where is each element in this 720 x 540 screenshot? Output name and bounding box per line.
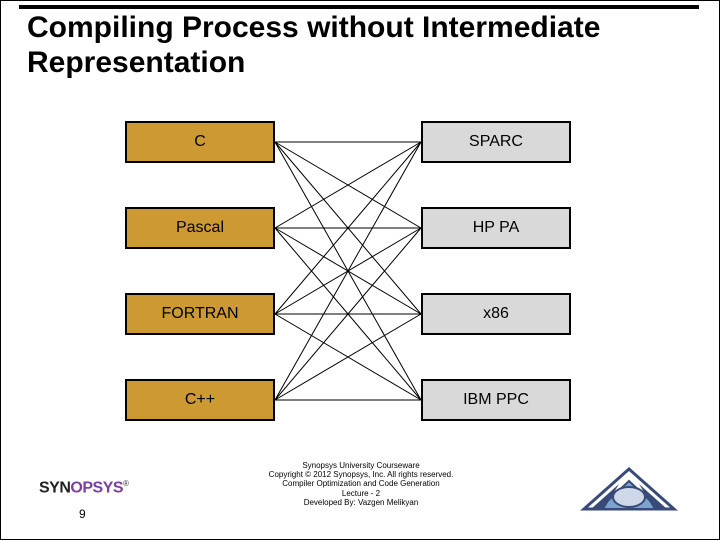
page-number: 9 <box>79 507 86 521</box>
arch-node-ibmppc: IBM PPC <box>421 379 571 421</box>
node-label: FORTRAN <box>161 305 238 323</box>
node-label: SPARC <box>469 133 523 151</box>
arch-node-hppa: HP PA <box>421 207 571 249</box>
lang-node-c: C <box>125 121 275 163</box>
slide: Compiling Process without Intermediate R… <box>0 0 720 540</box>
arch-node-sparc: SPARC <box>421 121 571 163</box>
bipartite-diagram: C Pascal FORTRAN C++ SPARC HP PA x86 IBM… <box>1 111 720 451</box>
partner-logo <box>579 459 679 519</box>
lang-node-cpp: C++ <box>125 379 275 421</box>
arch-node-x86: x86 <box>421 293 571 335</box>
node-label: Pascal <box>176 219 224 237</box>
node-label: IBM PPC <box>463 391 529 409</box>
title-bar: Compiling Process without Intermediate R… <box>19 5 699 80</box>
node-label: HP PA <box>473 219 520 237</box>
node-label: C <box>194 133 206 151</box>
synopsys-logo: SYNOPSYS® <box>39 479 128 497</box>
lang-node-pascal: Pascal <box>125 207 275 249</box>
node-label: x86 <box>483 305 509 323</box>
lang-node-fortran: FORTRAN <box>125 293 275 335</box>
connection-lines <box>1 111 720 451</box>
slide-title: Compiling Process without Intermediate R… <box>27 11 699 80</box>
registered-mark: ® <box>123 479 128 488</box>
node-label: C++ <box>185 391 215 409</box>
